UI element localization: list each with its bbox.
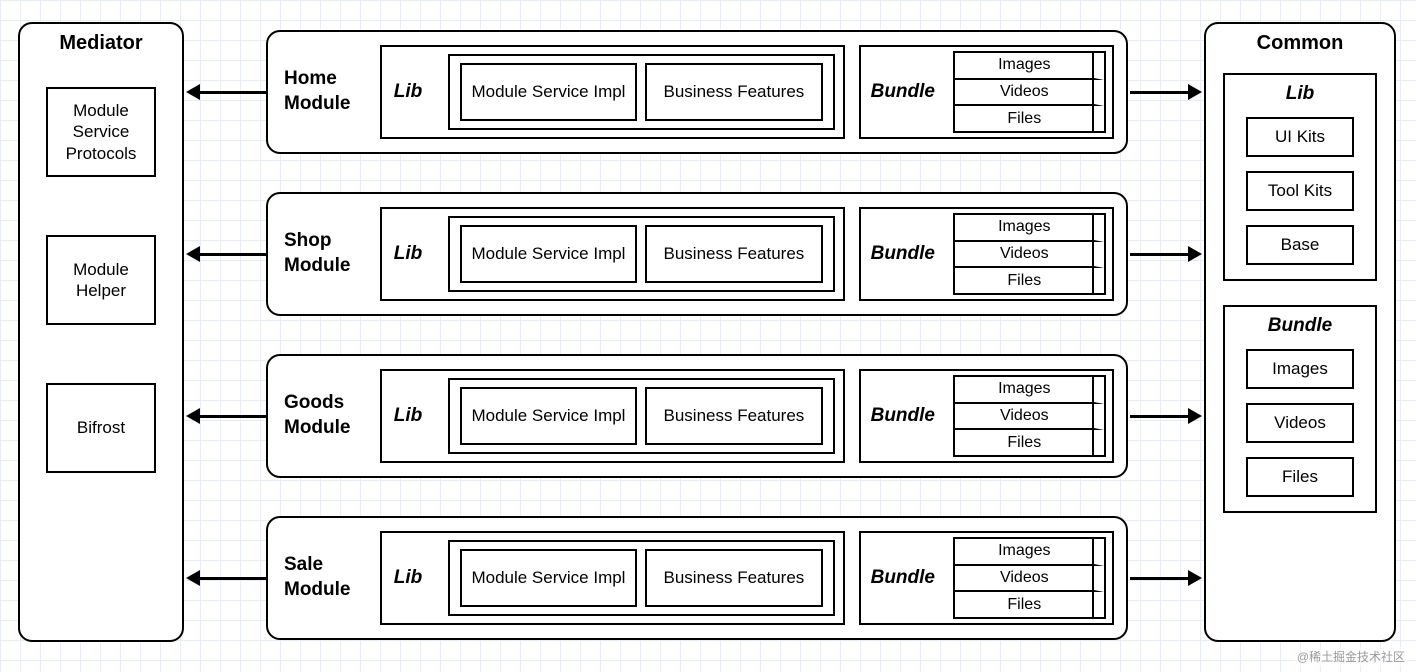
module-lib-box: Lib Module Service Impl Business Feature… bbox=[380, 369, 845, 463]
module-bundle-item: Images bbox=[955, 53, 1104, 80]
common-bundle-item: Images bbox=[1246, 349, 1354, 389]
common-lib-label: Lib bbox=[1225, 83, 1375, 105]
module-lib-label: Lib bbox=[394, 81, 448, 103]
module-lib-label: Lib bbox=[394, 405, 448, 427]
module-bundle-item: Files bbox=[955, 430, 1104, 455]
common-lib-item: Tool Kits bbox=[1246, 171, 1354, 211]
mediator-item: Module Helper bbox=[46, 235, 156, 325]
module-bundle-label: Bundle bbox=[871, 405, 953, 427]
module-name: Home Module bbox=[284, 67, 380, 116]
module-bundle-box: Bundle Images Videos Files bbox=[859, 207, 1114, 301]
module-lib-label: Lib bbox=[394, 567, 448, 589]
module-shop: Shop Module Lib Module Service Impl Busi… bbox=[266, 192, 1128, 316]
module-lib-box: Lib Module Service Impl Business Feature… bbox=[380, 531, 845, 625]
module-bundle-item: Images bbox=[955, 539, 1104, 566]
common-lib-item: UI Kits bbox=[1246, 117, 1354, 157]
module-bundle-list: Images Videos Files bbox=[953, 213, 1106, 295]
module-lib-item: Module Service Impl bbox=[460, 225, 637, 283]
mediator-title: Mediator bbox=[20, 32, 182, 55]
module-bundle-item: Videos bbox=[955, 242, 1104, 269]
module-bundle-list: Images Videos Files bbox=[953, 51, 1106, 133]
module-lib-box: Lib Module Service Impl Business Feature… bbox=[380, 207, 845, 301]
module-lib-item: Business Features bbox=[645, 225, 822, 283]
common-bundle-item: Videos bbox=[1246, 403, 1354, 443]
mediator-column: Mediator Module Service Protocols Module… bbox=[18, 22, 184, 642]
module-bundle-list: Images Videos Files bbox=[953, 375, 1106, 457]
module-lib-inner: Module Service Impl Business Features bbox=[448, 54, 835, 130]
module-lib-item: Module Service Impl bbox=[460, 549, 637, 607]
common-bundle-group: Bundle Images Videos Files bbox=[1223, 305, 1377, 513]
module-bundle-box: Bundle Images Videos Files bbox=[859, 369, 1114, 463]
module-bundle-box: Bundle Images Videos Files bbox=[859, 45, 1114, 139]
module-lib-item: Business Features bbox=[645, 549, 822, 607]
module-lib-inner: Module Service Impl Business Features bbox=[448, 378, 835, 454]
module-bundle-item: Videos bbox=[955, 404, 1104, 431]
common-lib-item: Base bbox=[1246, 225, 1354, 265]
common-lib-group: Lib UI Kits Tool Kits Base bbox=[1223, 73, 1377, 281]
module-bundle-item: Images bbox=[955, 215, 1104, 242]
module-lib-item: Module Service Impl bbox=[460, 63, 637, 121]
module-bundle-label: Bundle bbox=[871, 567, 953, 589]
module-bundle-list: Images Videos Files bbox=[953, 537, 1106, 619]
common-bundle-item: Files bbox=[1246, 457, 1354, 497]
watermark: @稀土掘金技术社区 bbox=[1294, 647, 1408, 666]
mediator-item: Module Service Protocols bbox=[46, 87, 156, 177]
module-lib-inner: Module Service Impl Business Features bbox=[448, 216, 835, 292]
module-bundle-item: Files bbox=[955, 592, 1104, 617]
module-bundle-item: Images bbox=[955, 377, 1104, 404]
module-name: Shop Module bbox=[284, 229, 380, 278]
mediator-item: Bifrost bbox=[46, 383, 156, 473]
common-bundle-label: Bundle bbox=[1225, 315, 1375, 337]
module-bundle-item: Files bbox=[955, 268, 1104, 293]
module-name: Goods Module bbox=[284, 391, 380, 440]
module-lib-box: Lib Module Service Impl Business Feature… bbox=[380, 45, 845, 139]
module-sale: Sale Module Lib Module Service Impl Busi… bbox=[266, 516, 1128, 640]
module-bundle-item: Videos bbox=[955, 80, 1104, 107]
common-title: Common bbox=[1206, 32, 1394, 55]
module-bundle-box: Bundle Images Videos Files bbox=[859, 531, 1114, 625]
module-lib-inner: Module Service Impl Business Features bbox=[448, 540, 835, 616]
module-bundle-item: Videos bbox=[955, 566, 1104, 593]
module-lib-item: Business Features bbox=[645, 387, 822, 445]
module-bundle-label: Bundle bbox=[871, 81, 953, 103]
module-lib-item: Module Service Impl bbox=[460, 387, 637, 445]
module-lib-item: Business Features bbox=[645, 63, 822, 121]
common-column: Common Lib UI Kits Tool Kits Base Bundle… bbox=[1204, 22, 1396, 642]
module-lib-label: Lib bbox=[394, 243, 448, 265]
module-name: Sale Module bbox=[284, 553, 380, 602]
module-goods: Goods Module Lib Module Service Impl Bus… bbox=[266, 354, 1128, 478]
module-home: Home Module Lib Module Service Impl Busi… bbox=[266, 30, 1128, 154]
module-bundle-label: Bundle bbox=[871, 243, 953, 265]
module-bundle-item: Files bbox=[955, 106, 1104, 131]
